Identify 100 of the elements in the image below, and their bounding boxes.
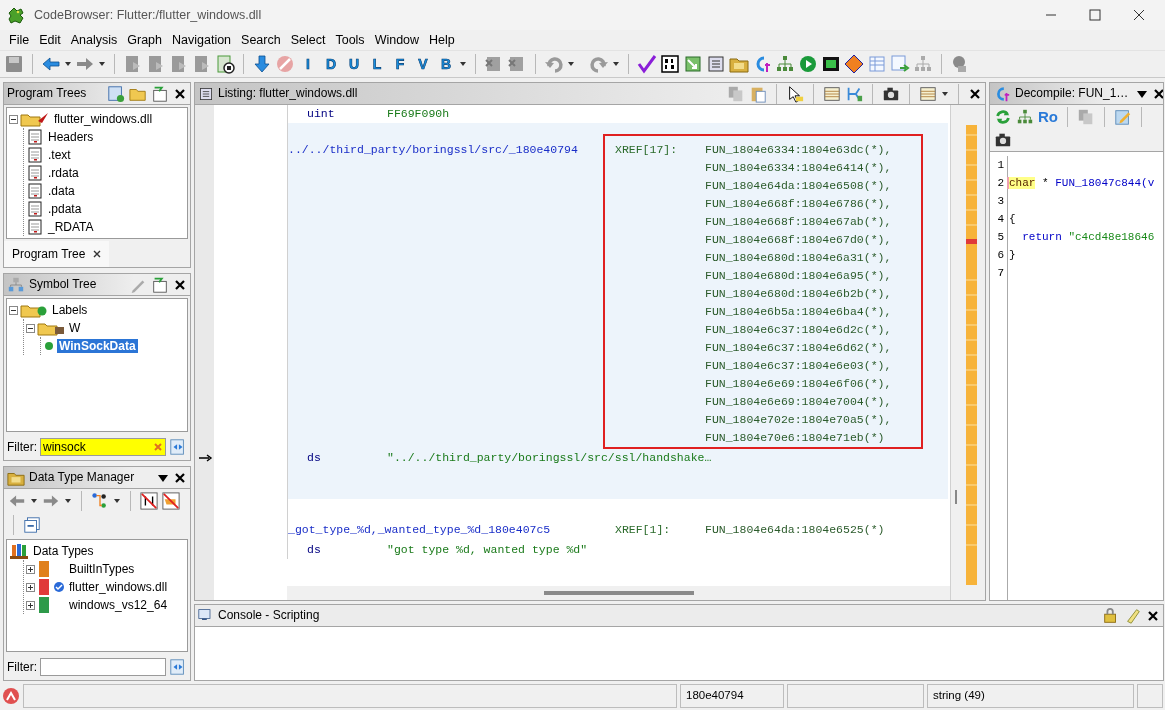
xref-link[interactable]: FUN_1804e668f:1804e6786(*), [705,195,892,213]
expander-icon[interactable] [9,114,18,124]
expander-icon[interactable] [26,600,35,610]
listing-icon[interactable] [706,54,726,74]
xref-link[interactable]: FUN_1804e6e69:1804e7004(*), [705,393,892,411]
diamond-icon[interactable] [844,54,864,74]
columns-icon[interactable] [919,84,937,103]
cursor-icon[interactable] [786,84,804,103]
tree-item[interactable]: _RDATA [46,219,96,235]
letter-button[interactable]: U [344,55,364,73]
play-icon[interactable] [798,54,818,74]
expander-icon[interactable] [26,564,35,574]
xref-link[interactable]: FUN_1804e6334:1804e63dc(*), [705,141,892,159]
xref-link[interactable]: FUN_1804e6c37:1804e6d62(*), [705,339,892,357]
no-filter-icon[interactable] [140,492,158,510]
xref-link[interactable]: FUN_1804e6c37:1804e6e03(*), [705,357,892,375]
tree-item[interactable]: flutter_windows.dll [52,111,155,127]
menu-item[interactable]: Analysis [65,32,123,48]
filter-options-icon[interactable] [169,658,187,676]
close-icon[interactable] [93,250,102,258]
letter-button[interactable]: D [321,55,341,73]
close-icon[interactable] [1146,608,1160,623]
xref-link[interactable]: FUN_1804e668f:1804e67d0(*), [705,231,892,249]
tree-item[interactable]: Headers [46,129,96,145]
tree-item[interactable]: WinSockData [57,338,138,354]
xref-link[interactable]: FUN_1804e702e:1804e70a5(*), [705,411,892,429]
menu-item[interactable]: Graph [122,32,167,48]
close-icon[interactable] [1133,9,1145,21]
xref-link[interactable]: FUN_1804e64da:1804e6508(*), [705,177,892,195]
xref-link[interactable]: FUN_1804e6b5a:1804e6ba4(*), [705,303,892,321]
xref-link[interactable]: FUN_1804e70e6:1804e71eb(*) [705,429,892,447]
filter-options-icon[interactable] [169,438,187,456]
export-icon[interactable] [683,54,703,74]
down-arrow-icon[interactable] [252,54,272,74]
field-list-icon[interactable] [823,84,841,103]
tree-icon[interactable] [775,54,795,74]
tree-item[interactable]: .data [46,183,77,199]
address-label[interactable]: ../../third_party/boringssl/src/_180e40794 [288,141,603,159]
menu-item[interactable]: Edit [34,32,66,48]
menu-item[interactable]: Select [285,32,331,48]
edit-icon[interactable] [1114,108,1132,126]
tree-item[interactable]: windows_vs12_64 [67,597,170,613]
letter-button[interactable]: I [298,55,318,73]
letter-button[interactable]: B [436,55,456,73]
xref-link[interactable]: FUN_1804e6c37:1804e6d2c(*), [705,321,892,339]
tree-item[interactable]: .pdata [46,201,84,217]
collapse-icon[interactable] [23,516,41,534]
scrollbar-thumb[interactable] [543,591,694,595]
close-icon[interactable] [1152,86,1163,101]
address-label[interactable]: _got_type_%d,_wanted_type_%d_180e407c5 [288,521,603,539]
menu-item[interactable]: Navigation [167,32,237,48]
back-arrow-icon[interactable] [41,54,61,74]
xref-link[interactable]: FUN_1804e668f:1804e67ab(*), [705,213,892,231]
letter-button[interactable]: F [390,55,410,73]
menu-item[interactable]: Help [424,32,460,48]
refresh-icon[interactable] [994,108,1012,126]
ro-button[interactable]: Ro [1038,108,1058,126]
new-tree-icon[interactable] [107,84,125,103]
menu-item[interactable]: Window [369,32,425,48]
expander-icon[interactable] [26,582,35,592]
hierarchy-icon[interactable] [91,492,109,510]
menu-item[interactable]: Search [236,32,286,48]
clear-icon[interactable] [153,442,163,452]
tree-item[interactable]: BuiltInTypes [67,561,137,577]
binary-icon[interactable] [660,54,680,74]
status-icon[interactable] [2,686,20,705]
expander-icon[interactable] [9,305,18,315]
maximize-icon[interactable] [1089,9,1101,21]
xref-link[interactable]: FUN_1804e680d:1804e6a31(*), [705,249,892,267]
menu-item[interactable]: Tools [330,32,370,48]
tree-item[interactable]: Data Types [31,543,96,559]
letter-button[interactable]: L [367,55,387,73]
check-icon[interactable] [637,54,657,74]
close-icon[interactable] [173,86,187,101]
menu-item[interactable]: File [4,32,35,48]
tree-item[interactable]: .text [46,147,73,163]
tree-item[interactable]: flutter_windows.dll [67,579,170,595]
tree-item[interactable]: Labels [50,302,90,318]
camera-icon[interactable] [994,131,1012,149]
close-icon[interactable] [173,277,187,292]
page-stop-icon[interactable] [215,54,235,74]
xref-link[interactable]: FUN_1804e6334:1804e6414(*), [705,159,892,177]
tree-view-icon[interactable] [151,275,169,294]
tree-icon[interactable] [1016,108,1034,126]
close-icon[interactable] [173,470,187,485]
chip-icon[interactable] [821,54,841,74]
letter-button[interactable]: V [413,55,433,73]
xref-link[interactable]: FUN_1804e64da:1804e6525(*) [705,521,885,539]
xref-link[interactable]: FUN_1804e680d:1804e6a95(*), [705,267,892,285]
table-arrow-icon[interactable] [890,54,910,74]
xref-link[interactable]: FUN_1804e680d:1804e6b2b(*), [705,285,892,303]
panel-tab[interactable]: Program Tree [4,241,110,267]
no-hand-icon[interactable] [162,492,180,510]
close-icon[interactable] [968,86,982,101]
filter-field[interactable]: winsock [40,438,166,456]
tree-item[interactable]: .rdata [46,165,81,181]
save-icon[interactable] [4,54,24,74]
expander-icon[interactable] [26,323,35,333]
tree-view-icon[interactable] [151,84,169,103]
tree-item[interactable]: W [67,320,83,336]
